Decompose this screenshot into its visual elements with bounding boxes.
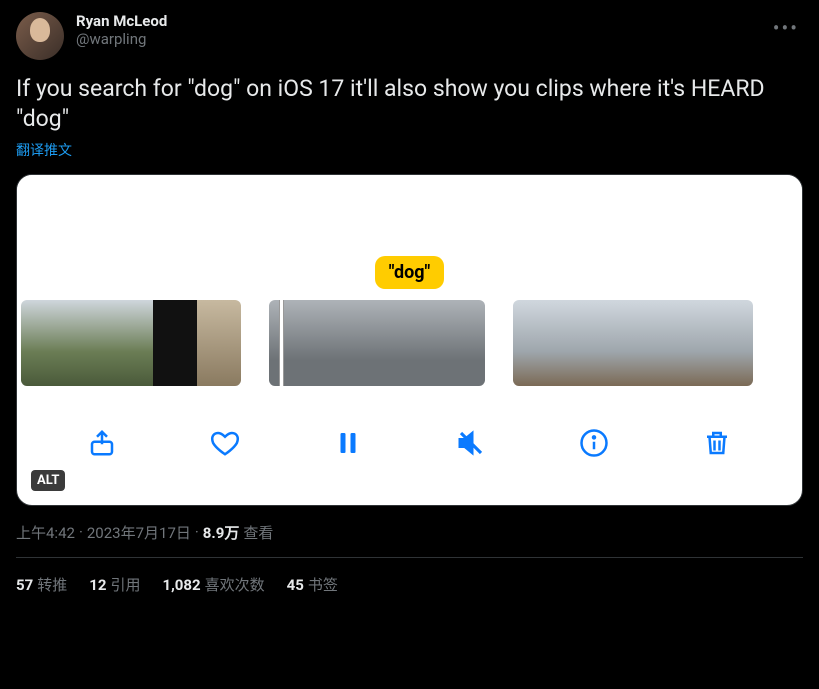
tweet-time[interactable]: 上午4:42 bbox=[16, 522, 75, 543]
user-block: Ryan McLeod @warpling bbox=[76, 12, 757, 48]
quotes-stat[interactable]: 12引用 bbox=[89, 574, 140, 595]
search-chip: "dog" bbox=[375, 256, 445, 289]
clip-frame bbox=[153, 300, 197, 386]
stat-count: 57 bbox=[16, 576, 33, 594]
stat-label: 引用 bbox=[110, 576, 140, 594]
display-name[interactable]: Ryan McLeod bbox=[76, 12, 757, 30]
clip-frame bbox=[553, 300, 593, 386]
media-top: "dog" bbox=[17, 175, 802, 295]
stats-row: 57转推 12引用 1,082 喜欢次数 45书签 bbox=[16, 558, 803, 595]
stat-count: 45 bbox=[287, 576, 304, 594]
tweet-text: If you search for "dog" on iOS 17 it'll … bbox=[16, 74, 803, 134]
media-toolbar bbox=[17, 391, 802, 505]
media-inner: "dog" bbox=[17, 175, 802, 505]
trash-icon[interactable] bbox=[700, 426, 734, 460]
more-button[interactable]: ••• bbox=[769, 12, 803, 44]
clip-frame bbox=[673, 300, 713, 386]
clip-frame bbox=[593, 300, 633, 386]
clip-frame bbox=[513, 300, 553, 386]
tweet-meta: 上午4:42 · 2023年7月17日 · 8.9万 查看 bbox=[16, 522, 803, 543]
likes-stat[interactable]: 1,082 喜欢次数 bbox=[162, 574, 264, 595]
stat-count: 12 bbox=[89, 576, 106, 594]
tweet-container: Ryan McLeod @warpling ••• If you search … bbox=[0, 0, 819, 607]
playhead[interactable] bbox=[279, 300, 284, 386]
pause-icon[interactable] bbox=[331, 426, 365, 460]
clip-frame bbox=[713, 300, 753, 386]
clip-frame bbox=[21, 300, 65, 386]
clip-frame bbox=[431, 300, 485, 386]
stat-count: 1,082 bbox=[162, 576, 200, 594]
clip-cluster[interactable] bbox=[513, 300, 753, 386]
info-icon[interactable] bbox=[577, 426, 611, 460]
mute-icon[interactable] bbox=[454, 426, 488, 460]
views-count: 8.9万 bbox=[203, 522, 240, 543]
clip-cluster[interactable] bbox=[21, 300, 241, 386]
avatar[interactable] bbox=[16, 12, 64, 60]
clip-track bbox=[17, 295, 802, 391]
clip-frame bbox=[377, 300, 431, 386]
tweet-date[interactable]: 2023年7月17日 bbox=[87, 522, 191, 543]
stat-label: 转推 bbox=[37, 576, 67, 594]
alt-badge[interactable]: ALT bbox=[31, 470, 65, 491]
clip-frame bbox=[109, 300, 153, 386]
translate-link[interactable]: 翻译推文 bbox=[16, 140, 803, 160]
tweet-header: Ryan McLeod @warpling ••• bbox=[16, 12, 803, 60]
retweets-stat[interactable]: 57转推 bbox=[16, 574, 67, 595]
clip-frame bbox=[197, 300, 241, 386]
views-label: 查看 bbox=[243, 522, 273, 543]
share-icon[interactable] bbox=[85, 426, 119, 460]
meta-dot: · bbox=[195, 523, 199, 541]
clip-frame bbox=[65, 300, 109, 386]
stat-label: 喜欢次数 bbox=[205, 576, 265, 594]
clip-frame bbox=[633, 300, 673, 386]
user-handle[interactable]: @warpling bbox=[76, 30, 757, 48]
meta-dot: · bbox=[79, 523, 83, 541]
heart-icon[interactable] bbox=[208, 426, 242, 460]
clip-frame bbox=[269, 300, 323, 386]
media-attachment[interactable]: "dog" bbox=[16, 174, 803, 506]
clip-cluster[interactable] bbox=[269, 300, 485, 386]
stat-label: 书签 bbox=[308, 576, 338, 594]
clip-frame bbox=[323, 300, 377, 386]
bookmarks-stat[interactable]: 45书签 bbox=[287, 574, 338, 595]
